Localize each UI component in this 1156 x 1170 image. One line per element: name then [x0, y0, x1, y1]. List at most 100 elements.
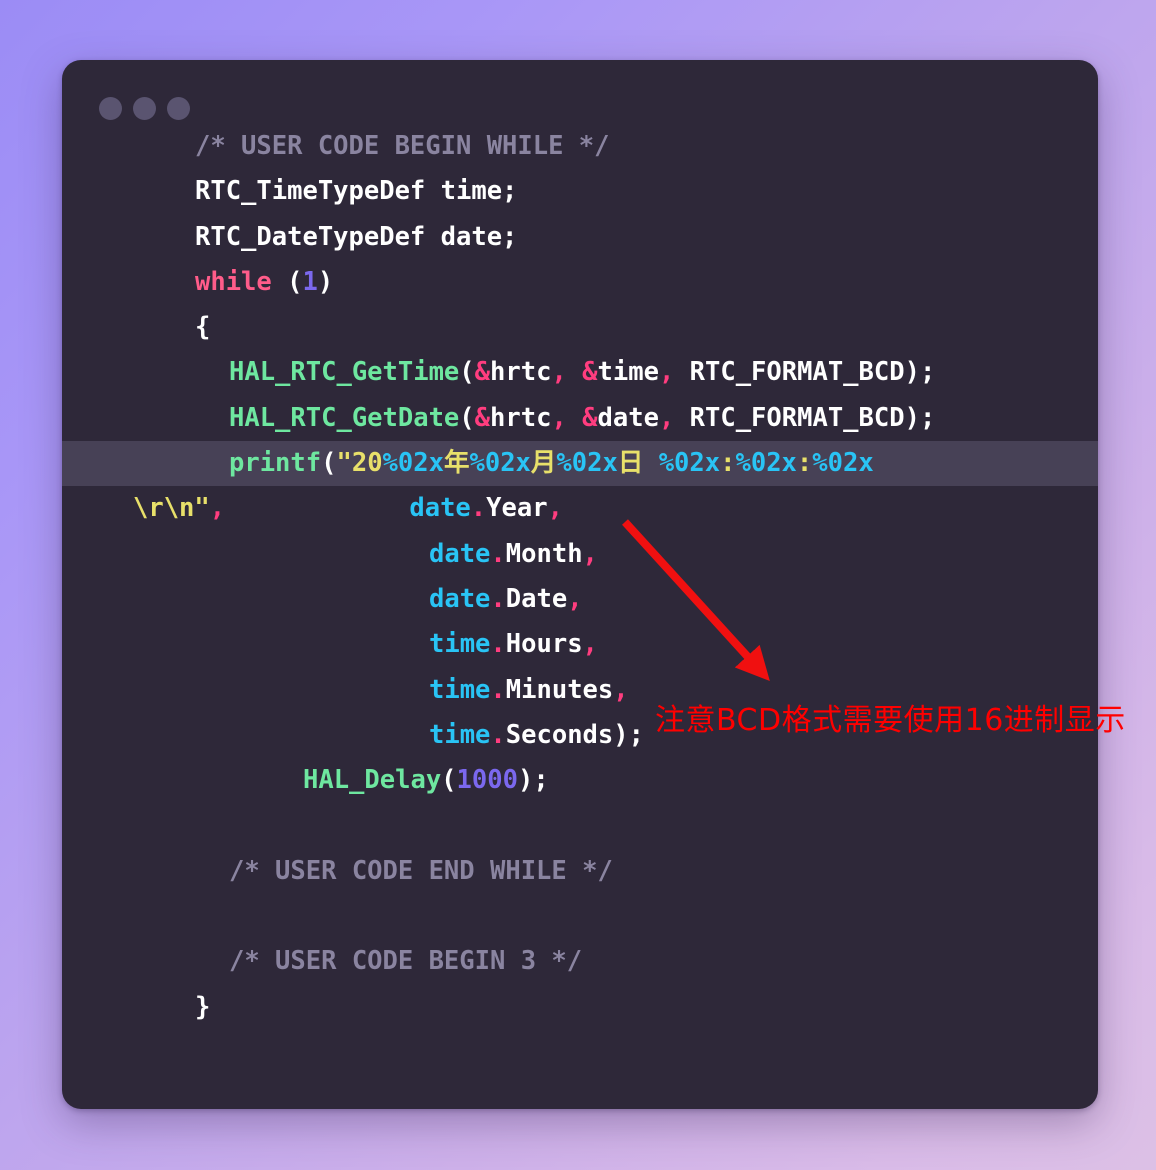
- code-token-comment: /* USER CODE BEGIN 3 */: [229, 946, 583, 977]
- code-token-op: .: [490, 629, 506, 660]
- code-token-var: time: [597, 357, 659, 388]
- code-line: /* USER CODE BEGIN WHILE */: [62, 124, 1098, 169]
- code-token-punct: (: [321, 448, 337, 479]
- code-token-op: &: [474, 402, 491, 433]
- code-token-punct: ): [517, 765, 534, 796]
- code-token-op: ,: [547, 493, 563, 524]
- code-token-op: ,: [658, 357, 675, 388]
- code-line: date.Month,: [62, 532, 1098, 577]
- code-token-ident: time: [429, 719, 491, 750]
- code-token-var: Month: [505, 538, 583, 569]
- code-token-op: .: [490, 583, 506, 614]
- code-token-fmt: %02x: [382, 448, 444, 479]
- code-token-comment: /* USER CODE BEGIN WHILE */: [195, 131, 610, 161]
- code-token-var: Year: [486, 493, 548, 524]
- code-line: date.Date,: [62, 577, 1098, 622]
- code-token-op: ,: [551, 357, 567, 388]
- window-titlebar: [62, 60, 1098, 124]
- code-token-op: ,: [582, 538, 598, 569]
- code-token-string: 年: [443, 448, 470, 479]
- code-token-var: Hours: [505, 629, 583, 660]
- code-token-var: Seconds: [505, 719, 614, 750]
- annotation-text: 注意BCD格式需要使用16进制显示: [655, 703, 1126, 738]
- code-line: printf("20%02x年%02x月%02x日 %02x:%02x:%02x: [62, 441, 1098, 487]
- code-editor-content[interactable]: /* USER CODE BEGIN WHILE */ RTC_TimeTypeD…: [62, 124, 1098, 1109]
- code-token-var: RTC_FORMAT_BCD: [674, 402, 905, 433]
- code-token-func: HAL_RTC_GetTime: [229, 357, 460, 388]
- code-line: /* USER CODE END WHILE */: [62, 849, 1098, 894]
- code-line: RTC_DateTypeDef date;: [62, 215, 1098, 260]
- code-line: HAL_RTC_GetDate(&hrtc, &date, RTC_FORMAT…: [62, 396, 1098, 441]
- code-line: }: [62, 985, 1098, 1030]
- code-token-ident: time: [429, 629, 491, 660]
- code-token-punct: ): [317, 266, 334, 297]
- maximize-dot-icon[interactable]: [167, 97, 190, 120]
- code-token-op: ,: [613, 674, 629, 705]
- code-token-ident: date: [429, 583, 491, 614]
- code-token-punct: ): [613, 719, 629, 750]
- code-token-var: hrtc: [490, 357, 552, 388]
- code-token-func: printf: [229, 448, 322, 479]
- code-line: RTC_TimeTypeDef time;: [62, 169, 1098, 214]
- code-token-var: Minutes: [505, 674, 614, 705]
- code-token-op: ,: [551, 402, 567, 433]
- code-token-op: .: [490, 538, 506, 569]
- code-token-op: .: [470, 493, 487, 524]
- code-token-plain: RTC_DateTypeDef date;: [195, 221, 518, 252]
- code-token-punct: ;: [628, 719, 644, 750]
- code-token-string: 月: [530, 448, 557, 479]
- code-token-op: ,: [209, 493, 226, 524]
- code-token-punct: (: [287, 266, 303, 297]
- code-window: /* USER CODE BEGIN WHILE */ RTC_TimeTypeD…: [62, 60, 1098, 1109]
- code-token-op: .: [490, 674, 506, 705]
- code-token-ident: date: [409, 493, 471, 524]
- code-token-plain: }: [195, 991, 211, 1022]
- code-token-string: \r\n": [133, 493, 210, 524]
- close-dot-icon[interactable]: [99, 97, 122, 120]
- code-token-fmt: %02x: [812, 448, 874, 479]
- code-token-string: :: [720, 448, 736, 479]
- code-token-plain: RTC_TimeTypeDef time;: [195, 176, 518, 207]
- code-token-var: hrtc: [490, 402, 552, 433]
- code-token-number: 1000: [456, 765, 518, 796]
- code-token-punct: ): [904, 357, 920, 388]
- code-token-var: date: [597, 402, 659, 433]
- code-token-punct: (: [459, 402, 475, 433]
- code-token-punct: ;: [919, 357, 936, 388]
- code-token-func: HAL_RTC_GetDate: [229, 402, 460, 433]
- code-token-string: 日: [617, 448, 659, 479]
- code-line: {: [62, 305, 1098, 350]
- code-token-op: ,: [582, 629, 598, 660]
- code-line: time.Hours,: [62, 622, 1098, 667]
- code-token-op: &: [474, 357, 491, 388]
- code-line: while (1): [62, 260, 1098, 305]
- code-token-op: ,: [567, 583, 583, 614]
- code-token-op: ,: [658, 402, 675, 433]
- code-token-fmt: %02x: [735, 448, 797, 479]
- code-token-func: HAL_Delay: [303, 765, 442, 796]
- code-line: \r\n", date.Year,: [62, 486, 1098, 531]
- code-token-fmt: %02x: [469, 448, 531, 479]
- code-token-string: :: [796, 448, 813, 479]
- code-token-op: &: [582, 357, 598, 388]
- code-token-string: "20: [336, 448, 383, 479]
- minimize-dot-icon[interactable]: [133, 97, 156, 120]
- code-token-punct: (: [441, 765, 457, 796]
- code-token-op: &: [582, 402, 598, 433]
- code-token-punct: ): [904, 402, 920, 433]
- code-token-var: Date: [505, 583, 568, 614]
- code-token-punct: ;: [533, 765, 549, 796]
- code-token-fmt: %02x: [658, 448, 721, 479]
- code-token-plain: {: [195, 312, 211, 343]
- code-line: HAL_Delay(1000);: [62, 758, 1098, 803]
- code-token-number: 1: [302, 266, 318, 297]
- code-token-var: RTC_FORMAT_BCD: [674, 357, 905, 388]
- code-token-keyword: while: [195, 266, 272, 297]
- code-line: HAL_RTC_GetTime(&hrtc, &time, RTC_FORMAT…: [62, 350, 1098, 395]
- code-token-comment: /* USER CODE END WHILE */: [229, 855, 613, 886]
